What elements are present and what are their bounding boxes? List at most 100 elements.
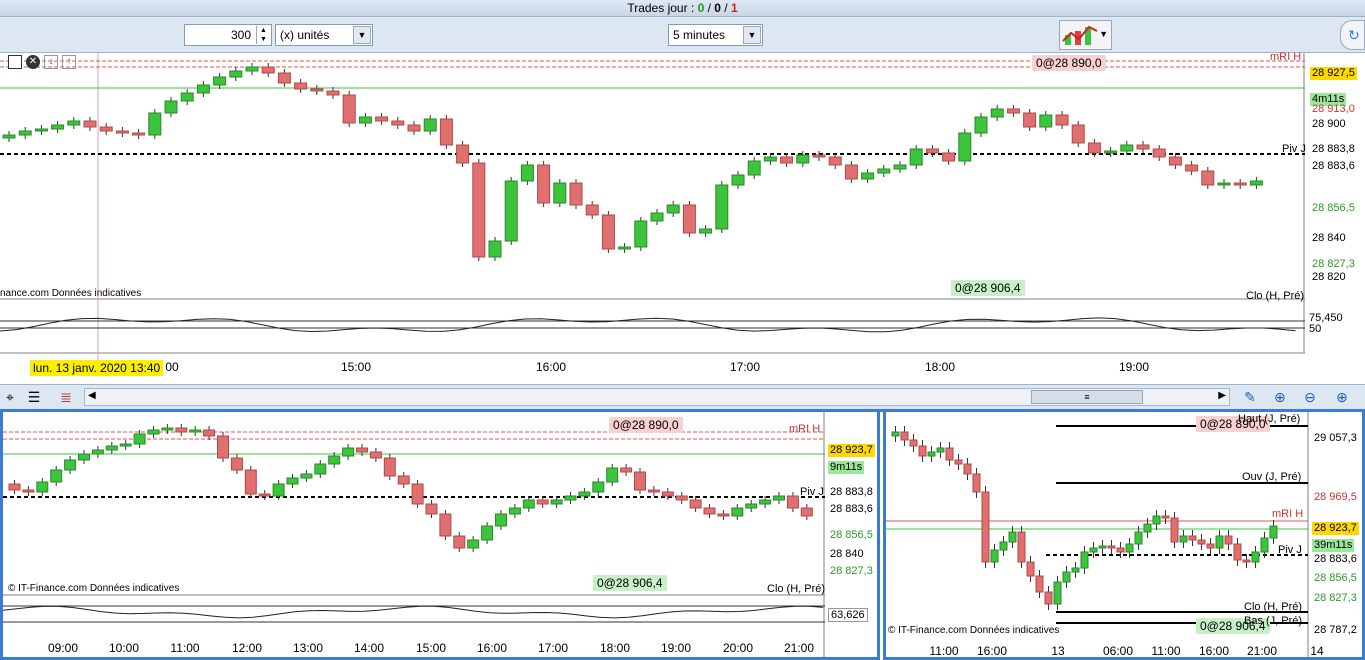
side-panel-toggle[interactable]: ↻ <box>1340 20 1365 50</box>
candle <box>1089 547 1098 553</box>
scroll-left-icon[interactable]: ◀ <box>88 390 96 401</box>
close-icon[interactable]: ✕ <box>26 55 40 69</box>
layers-tool-icon[interactable]: ≣ <box>56 387 76 407</box>
chevron-down-icon: ▼ <box>353 26 371 44</box>
order-label-top[interactable]: 0@28 890,0 <box>609 417 683 433</box>
bottom-left-price-chart[interactable] <box>3 412 825 657</box>
order-label-top[interactable]: 0@28 890,0 <box>1032 55 1106 71</box>
candle <box>439 118 453 146</box>
candle <box>972 473 981 493</box>
price-label: Ouv (J, Pré) <box>1242 471 1302 483</box>
candle <box>844 164 858 180</box>
time-tick: 21:00 <box>1246 644 1278 658</box>
candle <box>1242 559 1251 563</box>
candle <box>203 429 216 437</box>
chevron-down-icon: ▼ <box>743 26 761 44</box>
candle <box>213 76 227 86</box>
candle <box>105 445 118 451</box>
candle <box>161 427 174 431</box>
candle <box>618 246 632 250</box>
time-tick: 15:00 <box>415 641 447 655</box>
time-tick: 21:00 <box>783 641 815 655</box>
chart-mini-toolbar: ✕ ↓ ↑ <box>0 55 80 71</box>
buy-arrow-icon[interactable]: ↑ <box>62 55 76 69</box>
price-label: 28 856,5 <box>1312 202 1355 214</box>
indicator-menu-button[interactable]: ▼ <box>1059 20 1112 50</box>
candle <box>893 164 907 170</box>
candle <box>217 435 229 459</box>
candle <box>828 156 842 166</box>
candle <box>1233 182 1247 186</box>
candle <box>1125 543 1134 553</box>
candle <box>1260 537 1269 553</box>
main-price-chart[interactable] <box>0 53 1305 384</box>
candle <box>22 489 35 493</box>
trades-neutral: 0 <box>714 1 721 15</box>
crosshair-tool-icon[interactable]: ✎ <box>1240 387 1260 407</box>
candle <box>481 525 494 541</box>
trades-status-bar: Trades jour : 0 / 0 / 1 <box>0 0 1365 17</box>
unit-select[interactable]: (x) unités ▼ <box>275 24 373 46</box>
candle <box>1143 523 1152 533</box>
order-label-bottom[interactable]: 0@28 906,4 <box>593 575 667 591</box>
scroll-right-icon[interactable]: ▶ <box>1218 390 1226 401</box>
candle <box>1201 170 1215 186</box>
candle <box>1044 591 1053 605</box>
horizontal-scrollbar[interactable]: ◀ ≡ ▶ <box>84 388 1230 406</box>
price-label: 39m11s <box>1312 539 1355 552</box>
candle <box>164 100 178 114</box>
candle <box>328 455 341 465</box>
candle <box>699 228 713 234</box>
candle <box>1161 515 1170 519</box>
window-icon[interactable] <box>8 55 22 69</box>
price-label: Piv J <box>800 486 824 498</box>
candle <box>196 84 210 94</box>
cursor-tool-icon[interactable]: ⌖ <box>0 387 20 407</box>
candle <box>1168 156 1182 166</box>
scrollbar-thumb[interactable]: ≡ <box>1031 390 1143 404</box>
osc-value: 63,626 <box>828 608 868 622</box>
candle <box>1152 148 1166 158</box>
candle <box>936 447 945 453</box>
crosshair-date-tag: lun. 13 janv. 2020 13:40 <box>30 360 164 376</box>
candle <box>115 130 129 134</box>
price-label: 28 883,6 <box>830 503 873 515</box>
candle <box>647 489 660 493</box>
candle <box>342 447 355 457</box>
osc-value-mid: 50 <box>1309 323 1322 335</box>
time-tick: 16:00 <box>976 644 1008 658</box>
candle <box>472 162 486 258</box>
candle <box>963 463 972 475</box>
quantity-value: 300 <box>230 28 251 42</box>
unit-select-value: (x) unités <box>280 28 330 42</box>
list-tool-icon[interactable]: ☰ <box>24 387 44 407</box>
candle <box>1224 535 1233 545</box>
candle <box>294 82 308 90</box>
price-label: Piv J <box>1278 544 1302 556</box>
zoom-out-icon[interactable]: ⊖ <box>1300 387 1320 407</box>
candle <box>34 128 48 132</box>
candle <box>759 499 772 505</box>
candle <box>689 499 702 509</box>
stepper-arrows-icon[interactable]: ▲ ▼ <box>256 26 270 44</box>
zoom-in-icon[interactable]: ⊕ <box>1332 387 1352 407</box>
time-tick: 11:00 <box>170 641 200 655</box>
candle <box>310 88 324 92</box>
zoom-fit-icon[interactable]: ⊕ <box>1270 387 1290 407</box>
order-toolbar: 300 ▲ ▼ (x) unités ▼ 5 minutes ▼ ▼ ↻ <box>0 17 1365 53</box>
sell-arrow-icon[interactable]: ↓ <box>44 55 58 69</box>
candle <box>1116 547 1125 553</box>
candle <box>1008 531 1017 543</box>
candle <box>796 154 810 164</box>
order-label-bottom[interactable]: 0@28 906,4 <box>951 280 1025 296</box>
candle <box>277 72 291 84</box>
candle <box>715 184 729 230</box>
quantity-stepper[interactable]: 300 ▲ ▼ <box>184 24 272 46</box>
candle <box>18 130 32 136</box>
candle <box>909 439 918 447</box>
candle <box>522 499 535 509</box>
period-select[interactable]: 5 minutes ▼ <box>668 24 763 46</box>
candle <box>314 463 327 475</box>
candle <box>229 70 243 78</box>
candle <box>300 473 313 479</box>
